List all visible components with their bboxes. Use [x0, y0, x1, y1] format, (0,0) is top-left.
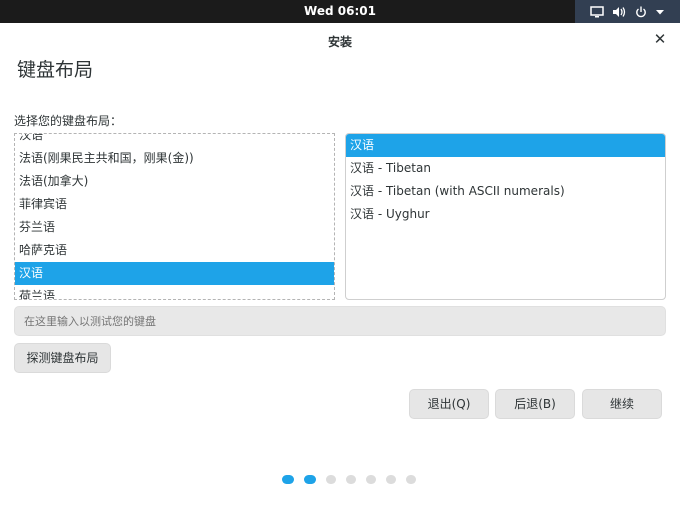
top-bar: Wed 06:01 — [0, 0, 680, 23]
page-title: 键盘布局 — [17, 59, 94, 81]
step-indicator — [0, 475, 680, 484]
continue-button[interactable]: 继续 — [582, 389, 662, 419]
title-bar: 安装 ✕ — [0, 23, 680, 56]
layout-list-item[interactable]: 哈萨克语 — [15, 239, 334, 262]
keyboard-test-input[interactable] — [14, 306, 666, 336]
layout-list-item[interactable]: 法语(刚果民主共和国，刚果(金)) — [15, 147, 334, 170]
window-title: 安装 — [327, 35, 352, 49]
layout-prompt: 选择您的键盘布局： — [14, 114, 123, 128]
quit-button[interactable]: 退出(Q) — [409, 389, 489, 419]
variant-list-item[interactable]: 汉语 - Tibetan — [346, 157, 665, 180]
system-tray[interactable] — [575, 0, 680, 23]
display-icon[interactable] — [589, 5, 604, 18]
layout-list-item[interactable]: 菲律宾语 — [15, 193, 334, 216]
back-button[interactable]: 后退(B) — [495, 389, 575, 419]
variant-list-item[interactable]: 汉语 - Uyghur — [346, 203, 665, 226]
step-dot — [405, 475, 416, 484]
step-dot — [365, 475, 376, 484]
layout-list-item[interactable]: 法语(加拿大) — [15, 170, 334, 193]
variant-list[interactable]: 汉语 汉语 - Tibetan 汉语 - Tibetan (with ASCII n… — [345, 133, 666, 300]
step-dot — [325, 475, 336, 484]
layout-list[interactable]: 汉语 法语(刚果民主共和国，刚果(金)) 法语(加拿大) 菲律宾语 芬兰语 哈萨克语 汉语… — [14, 133, 335, 300]
layout-list-item[interactable]: 汉语 — [15, 262, 334, 285]
step-dot — [345, 475, 356, 484]
volume-icon[interactable] — [612, 6, 626, 18]
layout-list-item[interactable]: 汉语 — [15, 134, 334, 147]
detect-layout-button[interactable]: 探测键盘布局 — [14, 343, 111, 373]
step-dot — [303, 475, 316, 484]
layout-list-item[interactable]: 荷兰语 — [15, 285, 334, 299]
step-dot — [385, 475, 396, 484]
layout-list-item[interactable]: 芬兰语 — [15, 216, 334, 239]
power-icon[interactable] — [635, 6, 647, 18]
step-dot — [281, 475, 294, 484]
close-icon[interactable]: ✕ — [652, 31, 668, 47]
variant-list-item[interactable]: 汉语 - Tibetan (with ASCII numerals) — [346, 180, 665, 203]
chevron-down-icon[interactable] — [655, 8, 665, 16]
variant-list-item[interactable]: 汉语 — [346, 134, 665, 157]
